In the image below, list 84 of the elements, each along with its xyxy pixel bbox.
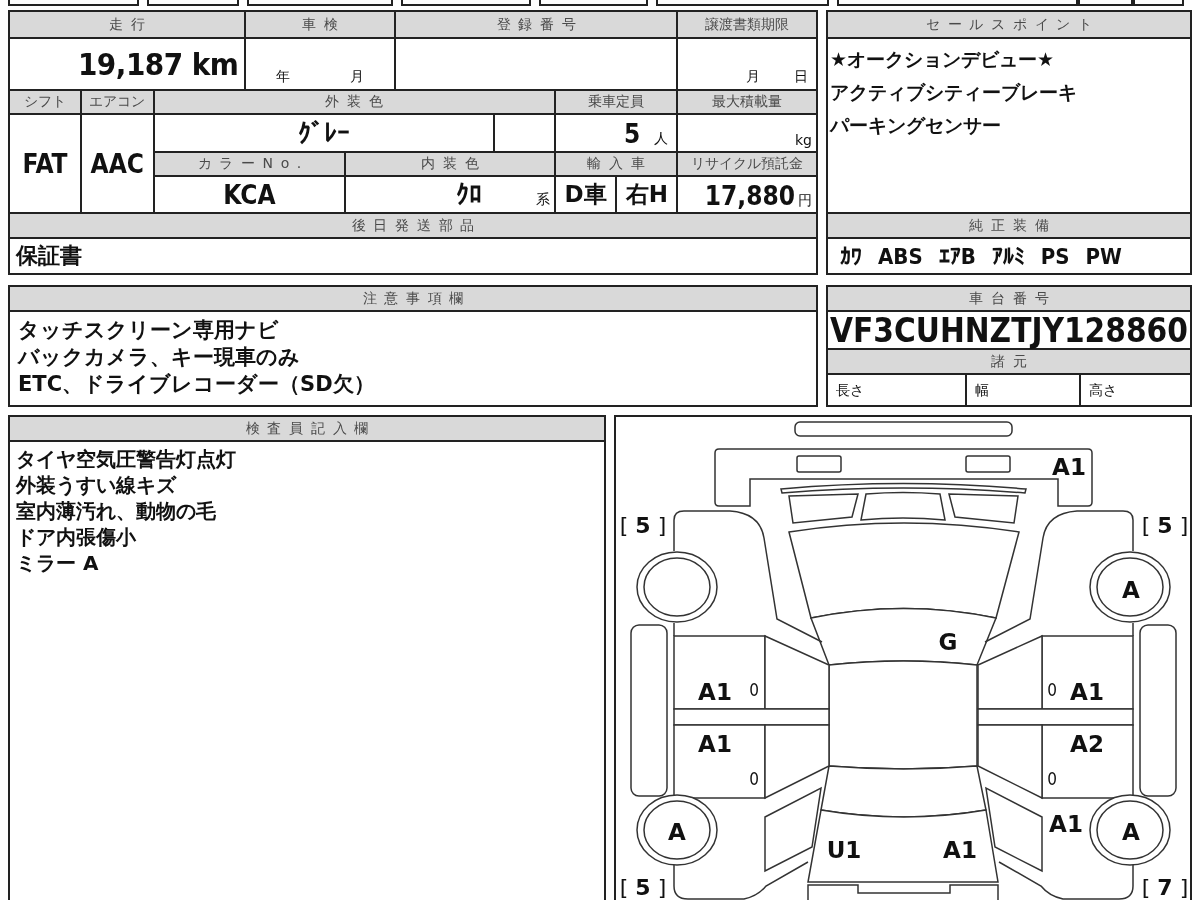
recycle-deposit-unit: 円 xyxy=(798,192,812,210)
color-number-value: KCA xyxy=(223,179,276,210)
max-load-unit: kg xyxy=(795,132,812,148)
aircon-header: エアコン xyxy=(81,91,155,115)
spec-field-label: 幅 xyxy=(974,382,989,400)
month-unit: 月 xyxy=(350,68,365,86)
parts-to-ship-value: 保証書 xyxy=(16,242,82,270)
note-text: タッチスクリーン専用ナビ xyxy=(18,317,279,344)
registration-header: 登録番号 xyxy=(396,12,679,39)
dealer-car-value: D車 xyxy=(564,180,607,209)
inspector-note-text: 外装うすい線キズ xyxy=(16,472,176,498)
spec-field-label: 高さ xyxy=(1089,382,1118,400)
notes-header: 注意事項欄 xyxy=(10,287,818,312)
sale-point-text: アクティブシティーブレーキ xyxy=(830,80,1077,105)
headlight-panel xyxy=(965,455,1011,473)
transfer-deadline-header: 譲渡書類期限 xyxy=(678,12,818,39)
tread-depth: [ 7 ] xyxy=(1141,874,1189,900)
capacity-unit: 人 xyxy=(654,130,669,148)
inspector-note-text: ドア内張傷小 xyxy=(16,524,136,550)
color-number-header: カラーNo. xyxy=(154,153,347,177)
inspector-header: 検査員記入欄 xyxy=(10,417,606,442)
interior-color-suffix: 系 xyxy=(535,191,550,209)
tread-depth: [ 5 ] xyxy=(619,874,667,900)
damage-code: A1 xyxy=(943,837,977,863)
sale-point-text: パーキングセンサー xyxy=(830,113,1001,138)
inspection-header: 車検 xyxy=(246,12,397,39)
damage-code: U1 xyxy=(826,837,862,863)
chassis-number-header: 車台番号 xyxy=(828,287,1192,312)
year-unit: 年 xyxy=(276,68,291,86)
standard-equipment-header: 純正装備 xyxy=(828,214,1192,239)
damage-code: A1 xyxy=(698,679,732,705)
equipment-item: PS xyxy=(1040,243,1070,269)
inspector-note-text: 室内薄汚れ、動物の毛 xyxy=(16,498,216,524)
interior-color-value: ｸﾛ xyxy=(456,179,483,209)
parts-to-ship-header: 後日発送部品 xyxy=(10,214,818,239)
month-unit: 月 xyxy=(746,68,760,86)
recycle-deposit-header: リサイクル預託金 xyxy=(678,153,818,177)
aircon-value: AAC xyxy=(90,148,144,179)
gauge-reading: 0 xyxy=(749,680,759,700)
import-header: 輸入車 xyxy=(555,153,679,177)
mileage-value: 19,187 km xyxy=(77,46,239,82)
note-text: ETC、ドライブレコーダー（SD欠） xyxy=(18,371,375,398)
chassis-number-value: VF3CUHNZTJY128860 xyxy=(830,310,1188,350)
equipment-item: ABS xyxy=(878,243,923,269)
exterior-color-value: ｸﾞﾚｰ xyxy=(297,118,350,148)
tread-depth: [ 5 ] xyxy=(1141,512,1189,538)
exterior-color-header: 外装色 xyxy=(154,91,556,115)
damage-code: A1 xyxy=(1070,679,1104,705)
damage-code: A xyxy=(1122,819,1140,845)
gauge-reading: 0 xyxy=(1047,680,1057,700)
sale-point-text: ★オークションデビュー★ xyxy=(830,47,1055,72)
gauge-reading: 0 xyxy=(749,769,759,789)
cowl-vent-panel xyxy=(948,493,1019,524)
max-load-header: 最大積載量 xyxy=(678,91,818,115)
shift-header: シフト xyxy=(10,91,82,115)
equipment-item: ｴｱB xyxy=(938,243,976,269)
steering-side-value: 右H xyxy=(625,180,669,209)
equipment-item: ｱﾙﾐ xyxy=(991,243,1025,269)
day-unit: 日 xyxy=(794,68,808,86)
interior-color-header: 内装色 xyxy=(346,153,556,177)
mileage-header: 走行 xyxy=(10,12,247,39)
tread-depth: [ 5 ] xyxy=(619,512,667,538)
damage-code: A2 xyxy=(1070,731,1104,757)
capacity-value: 5 xyxy=(624,119,641,149)
damage-code: G xyxy=(938,629,958,655)
damage-code: A1 xyxy=(1049,811,1083,837)
gauge-reading: 0 xyxy=(1047,769,1057,789)
equipment-item: ｶﾜ xyxy=(840,243,862,269)
headlight-panel xyxy=(796,455,842,473)
damage-code: A xyxy=(668,819,686,845)
spec-field-label: 長さ xyxy=(836,382,864,400)
damage-code: A xyxy=(1122,577,1140,603)
damage-code: A1 xyxy=(1052,454,1086,480)
cowl-vent-panel xyxy=(788,493,859,524)
equipment-item: PW xyxy=(1085,243,1122,269)
inspector-note-text: タイヤ空気圧警告灯点灯 xyxy=(16,446,236,472)
damage-code: A1 xyxy=(698,731,732,757)
recycle-deposit-value: 17,880 xyxy=(704,181,795,211)
sale-points-header: セールスポイント xyxy=(828,12,1192,39)
capacity-header: 乗車定員 xyxy=(555,91,679,115)
inspector-note-text: ミラー A xyxy=(16,550,99,576)
specs-header: 諸元 xyxy=(828,350,1192,375)
note-text: バックカメラ、キー現車のみ xyxy=(18,344,300,371)
shift-value: FAT xyxy=(22,148,68,179)
